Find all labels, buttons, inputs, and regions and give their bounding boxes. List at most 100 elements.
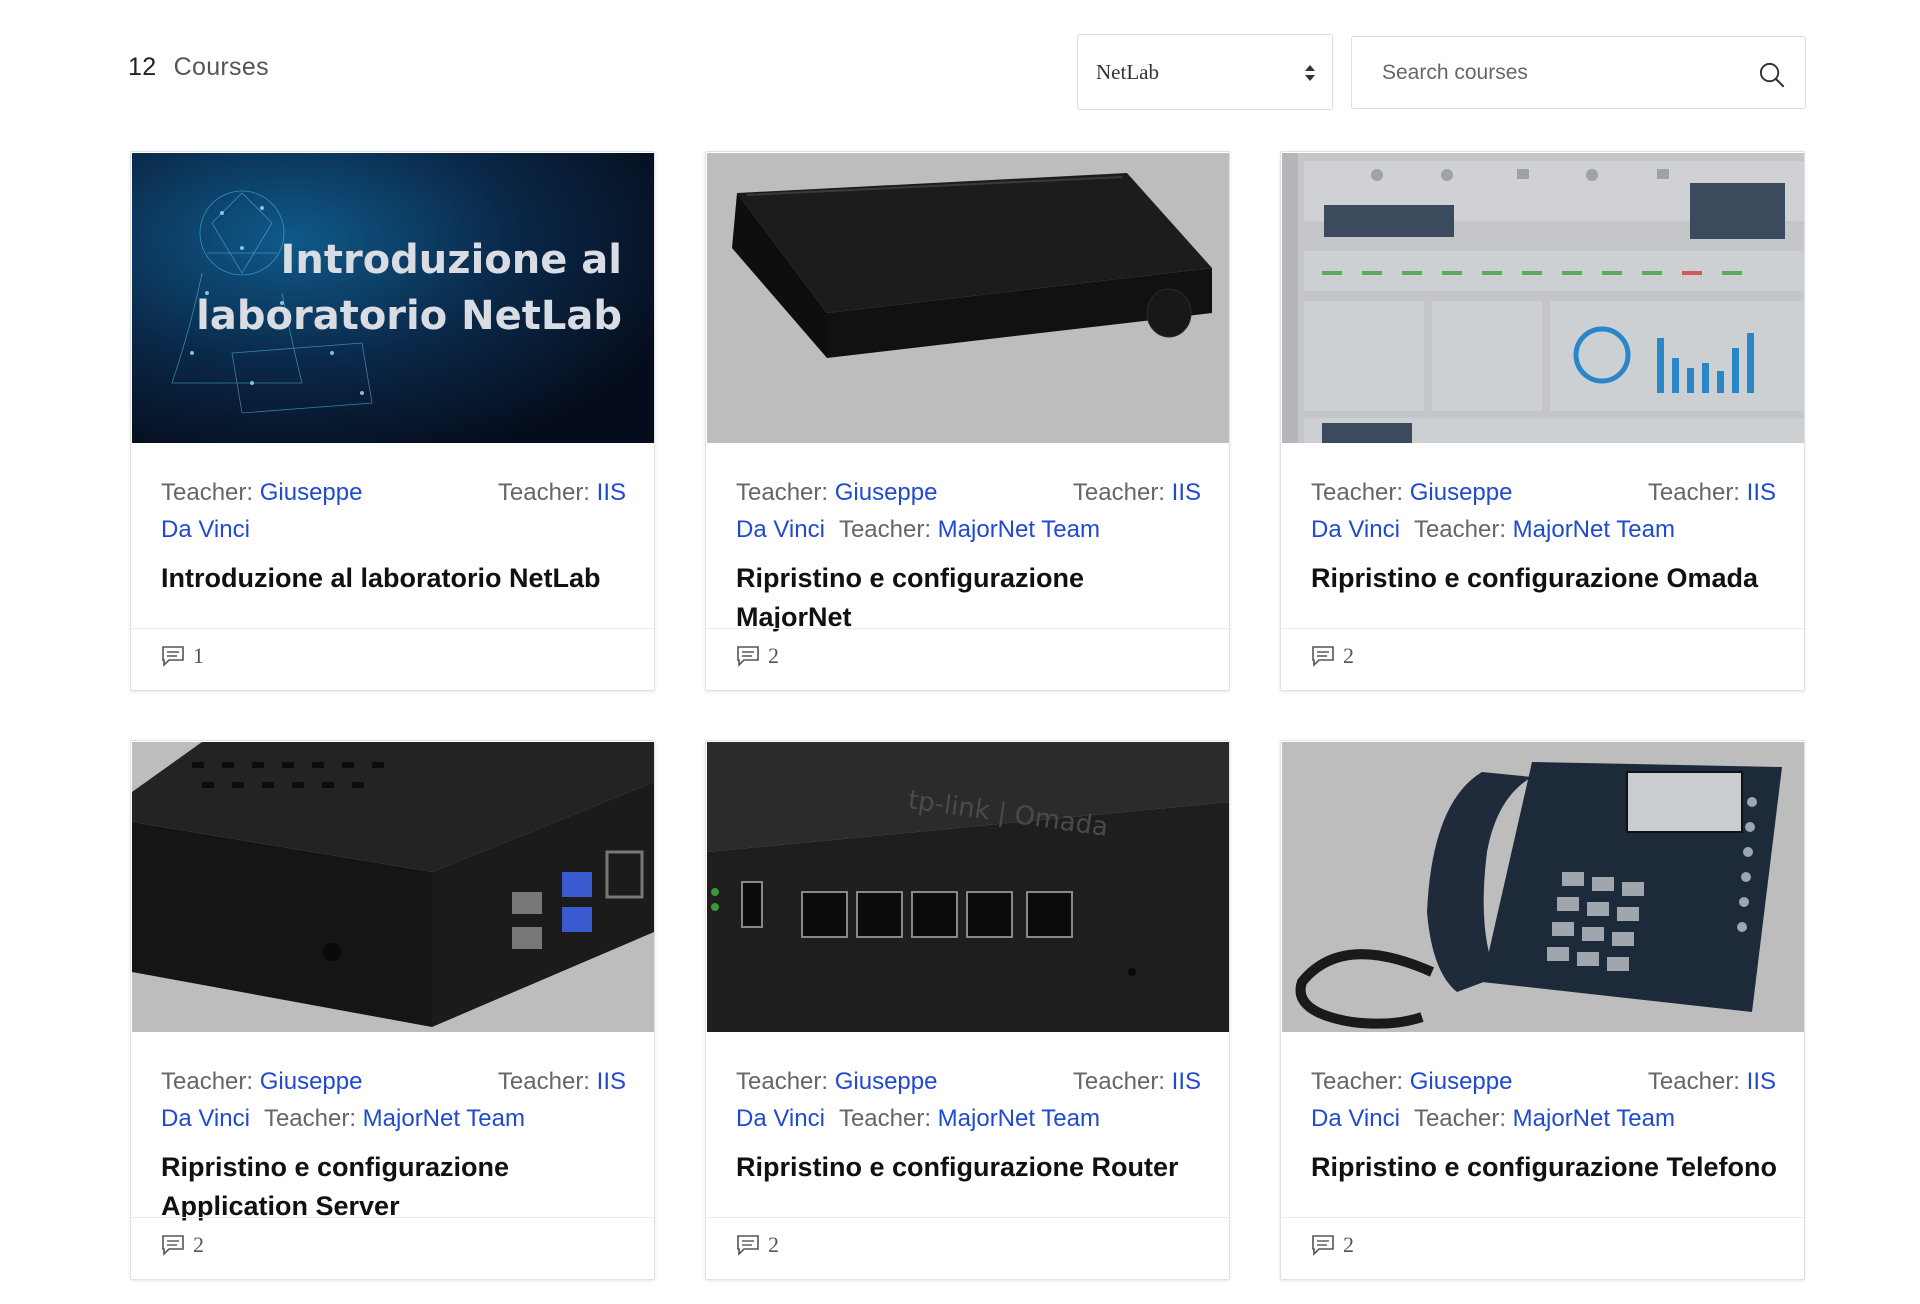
teacher-label: Teacher:: [1311, 1068, 1404, 1095]
course-title[interactable]: Ripristino e configurazione Router: [736, 1148, 1206, 1187]
course-count-label: Courses: [173, 53, 269, 81]
teacher-link[interactable]: MajorNet Team: [938, 1105, 1100, 1132]
card-footer: 2: [1281, 628, 1804, 690]
teacher-label: Teacher:: [1647, 1068, 1740, 1095]
card-footer: 2: [131, 1217, 654, 1279]
teacher-label: Teacher:: [1647, 479, 1740, 506]
comment-icon: [162, 1235, 184, 1256]
course-card[interactable]: Teacher: Giuseppe Teacher: IIS Da Vinci T…: [1280, 151, 1805, 691]
comment-icon: [162, 646, 184, 667]
teacher-label: Teacher:: [161, 479, 254, 506]
comments-value: 1: [193, 643, 204, 668]
teacher-link[interactable]: IIS: [597, 479, 626, 506]
course-card[interactable]: tp-link | Omada Teacher: Giuseppe Teache…: [705, 740, 1230, 1280]
comments-value: 2: [1343, 643, 1354, 668]
comment-icon: [1312, 646, 1334, 667]
teacher-link[interactable]: IIS: [1747, 1068, 1776, 1095]
course-count-number: 12: [128, 53, 157, 81]
comments-value: 2: [768, 643, 779, 668]
course-card[interactable]: Introduzione al laboratorio NetLab Teach…: [130, 151, 655, 691]
teacher-label: Teacher:: [1413, 516, 1506, 543]
card-footer: 2: [1281, 1217, 1804, 1279]
teacher-link[interactable]: Da Vinci: [1311, 516, 1400, 543]
course-card[interactable]: Teacher: Giuseppe Teacher: IIS Da Vinci T…: [705, 151, 1230, 691]
teachers: Teacher: Giuseppe Teacher: IIS Da Vinci: [161, 474, 626, 548]
comments-count[interactable]: 2: [736, 643, 779, 669]
course-count: 12 Courses: [128, 53, 269, 82]
card-footer: 2: [706, 1217, 1229, 1279]
teacher-link[interactable]: Giuseppe: [835, 1068, 938, 1095]
teacher-label: Teacher:: [736, 479, 829, 506]
comments-count[interactable]: 2: [1311, 1232, 1354, 1258]
teachers: Teacher: Giuseppe Teacher: IIS Da Vinci T…: [161, 1063, 626, 1137]
teacher-label: Teacher:: [838, 1105, 931, 1132]
card-footer: 2: [706, 628, 1229, 690]
comment-icon: [1312, 1235, 1334, 1256]
teachers: Teacher: Giuseppe Teacher: IIS Da Vinci T…: [736, 1063, 1201, 1137]
select-caret-icon: [1305, 65, 1315, 81]
course-image-telefono[interactable]: [1282, 742, 1804, 1032]
teacher-link[interactable]: IIS: [1172, 1068, 1201, 1095]
teacher-link[interactable]: MajorNet Team: [938, 516, 1100, 543]
course-image-netlab-intro[interactable]: Introduzione al laboratorio NetLab: [132, 153, 654, 443]
teacher-label: Teacher:: [497, 1068, 590, 1095]
teacher-link[interactable]: Giuseppe: [1410, 1068, 1513, 1095]
teacher-label: Teacher:: [1072, 1068, 1165, 1095]
card-footer: 1: [131, 628, 654, 690]
banner-line-1: Introduzione al: [280, 237, 622, 283]
teacher-link[interactable]: MajorNet Team: [1513, 1105, 1675, 1132]
teacher-link[interactable]: MajorNet Team: [363, 1105, 525, 1132]
course-title[interactable]: Ripristino e configurazione Omada: [1311, 559, 1781, 598]
teacher-link[interactable]: MajorNet Team: [1513, 516, 1675, 543]
course-title[interactable]: Ripristino e configurazione MajorNet: [736, 559, 1206, 637]
course-image-application-server[interactable]: [132, 742, 654, 1032]
teachers: Teacher: Giuseppe Teacher: IIS Da Vinci T…: [736, 474, 1201, 548]
teacher-link[interactable]: Da Vinci: [1311, 1105, 1400, 1132]
teacher-label: Teacher:: [1311, 479, 1404, 506]
teacher-label: Teacher:: [1413, 1105, 1506, 1132]
teacher-link[interactable]: Giuseppe: [1410, 479, 1513, 506]
course-image-majornet[interactable]: [707, 153, 1229, 443]
teacher-label: Teacher:: [497, 479, 590, 506]
comments-count[interactable]: 2: [161, 1232, 204, 1258]
comment-icon: [737, 1235, 759, 1256]
course-image-router[interactable]: tp-link | Omada: [707, 742, 1229, 1032]
banner-line-2: laboratorio NetLab: [196, 293, 622, 339]
teacher-link[interactable]: Giuseppe: [835, 479, 938, 506]
comments-count[interactable]: 2: [1311, 643, 1354, 669]
course-card[interactable]: Teacher: Giuseppe Teacher: IIS Da Vinci T…: [1280, 740, 1805, 1280]
teacher-link[interactable]: IIS: [1172, 479, 1201, 506]
teacher-link[interactable]: Da Vinci: [161, 1105, 250, 1132]
comment-icon: [737, 646, 759, 667]
search-input[interactable]: [1382, 42, 1762, 103]
search-icon[interactable]: [1758, 61, 1785, 88]
teacher-link[interactable]: Giuseppe: [260, 1068, 363, 1095]
teacher-link[interactable]: Giuseppe: [260, 479, 363, 506]
course-image-omada[interactable]: [1282, 153, 1804, 443]
courses-toolbar: 12 Courses NetLab: [0, 0, 1920, 140]
teacher-label: Teacher:: [263, 1105, 356, 1132]
comments-value: 2: [768, 1232, 779, 1257]
teacher-label: Teacher:: [161, 1068, 254, 1095]
category-select-value: NetLab: [1096, 59, 1159, 84]
teachers: Teacher: Giuseppe Teacher: IIS Da Vinci T…: [1311, 474, 1776, 548]
teachers: Teacher: Giuseppe Teacher: IIS Da Vinci T…: [1311, 1063, 1776, 1137]
teacher-label: Teacher:: [838, 516, 931, 543]
teacher-link[interactable]: Da Vinci: [161, 516, 250, 543]
teacher-label: Teacher:: [736, 1068, 829, 1095]
course-card[interactable]: Teacher: Giuseppe Teacher: IIS Da Vinci T…: [130, 740, 655, 1280]
course-title[interactable]: Ripristino e configurazione Application …: [161, 1148, 631, 1226]
teacher-label: Teacher:: [1072, 479, 1165, 506]
comments-count[interactable]: 1: [161, 643, 204, 669]
course-title[interactable]: Introduzione al laboratorio NetLab: [161, 559, 631, 598]
category-select[interactable]: NetLab: [1077, 34, 1333, 110]
course-title[interactable]: Ripristino e configurazione Telefono: [1311, 1148, 1781, 1187]
comments-value: 2: [1343, 1232, 1354, 1257]
comments-value: 2: [193, 1232, 204, 1257]
teacher-link[interactable]: Da Vinci: [736, 516, 825, 543]
teacher-link[interactable]: IIS: [597, 1068, 626, 1095]
teacher-link[interactable]: Da Vinci: [736, 1105, 825, 1132]
course-grid: Introduzione al laboratorio NetLab Teach…: [130, 151, 1806, 1280]
comments-count[interactable]: 2: [736, 1232, 779, 1258]
teacher-link[interactable]: IIS: [1747, 479, 1776, 506]
